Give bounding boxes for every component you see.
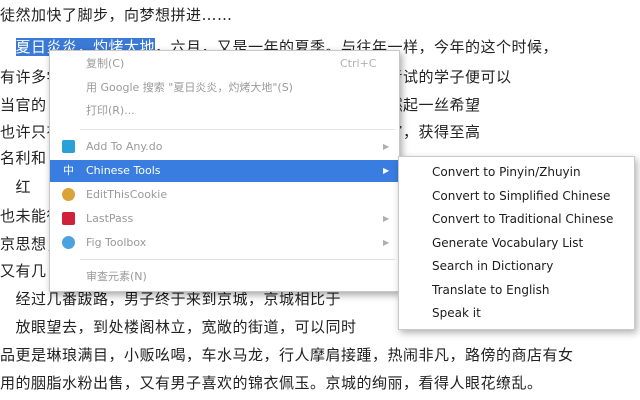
submenu-item-convert-traditional[interactable]: Convert to Traditional Chinese [432,209,632,229]
submenu-item-search-dictionary[interactable]: Search in Dictionary [432,256,632,276]
chevron-right-icon: ▶ [383,166,390,175]
chevron-right-icon: ▶ [383,238,390,247]
menu-item-lastpass[interactable]: LastPass ▶ [50,208,399,230]
anydo-icon [62,140,75,153]
text-line: 品更是琳琅满目，小贩吆喝，车水马龙，行人摩肩接踵，热闹非凡，路傍的商店有女 [0,346,574,364]
submenu-item-speak-it[interactable]: Speak it [432,303,632,323]
menu-separator [80,259,395,260]
lastpass-icon [62,212,75,225]
chinese-tools-icon: 中 [63,164,74,177]
submenu-item-convert-pinyin[interactable]: Convert to Pinyin/Zhuyin [432,162,632,182]
submenu-item-convert-simplified[interactable]: Convert to Simplified Chinese [432,186,632,206]
menu-item-print[interactable]: 打印(R)... [50,100,399,122]
chevron-right-icon: ▶ [383,142,390,151]
text-line: 徒然加快了脚步，向梦想拼进…… [0,6,233,24]
menu-item-copy[interactable]: 复制(C) Ctrl+C [50,53,399,75]
menu-item-google-search[interactable]: 用 Google 搜索 "夏日炎炎，灼烤大地"(S) [50,77,399,99]
submenu-item-translate-english[interactable]: Translate to English [432,280,632,300]
submenu-item-vocabulary-list[interactable]: Generate Vocabulary List [432,233,632,253]
cookie-icon [62,188,75,201]
fig-toolbox-icon [62,236,75,249]
menu-item-add-to-anydo[interactable]: Add To Any.do ▶ [50,136,399,158]
context-menu: 复制(C) Ctrl+C 用 Google 搜索 "夏日炎炎，灼烤大地"(S) … [49,50,400,292]
menu-separator [80,129,395,130]
text-line: 用的胭脂水粉出售，又有男子喜欢的锦衣佩玉。京城的绚丽，看得人眼花缭乱。 [0,374,543,392]
menu-item-editthiscookie[interactable]: EditThisCookie [50,184,399,206]
menu-item-inspect-element[interactable]: 审查元素(N) [50,266,399,288]
chinese-tools-submenu: Convert to Pinyin/Zhuyin Convert to Simp… [398,156,635,330]
menu-item-chinese-tools[interactable]: 中 Chinese Tools ▶ [50,160,399,182]
chevron-right-icon: ▶ [383,214,390,223]
menu-item-fig-toolbox[interactable]: Fig Toolbox ▶ [50,232,399,254]
